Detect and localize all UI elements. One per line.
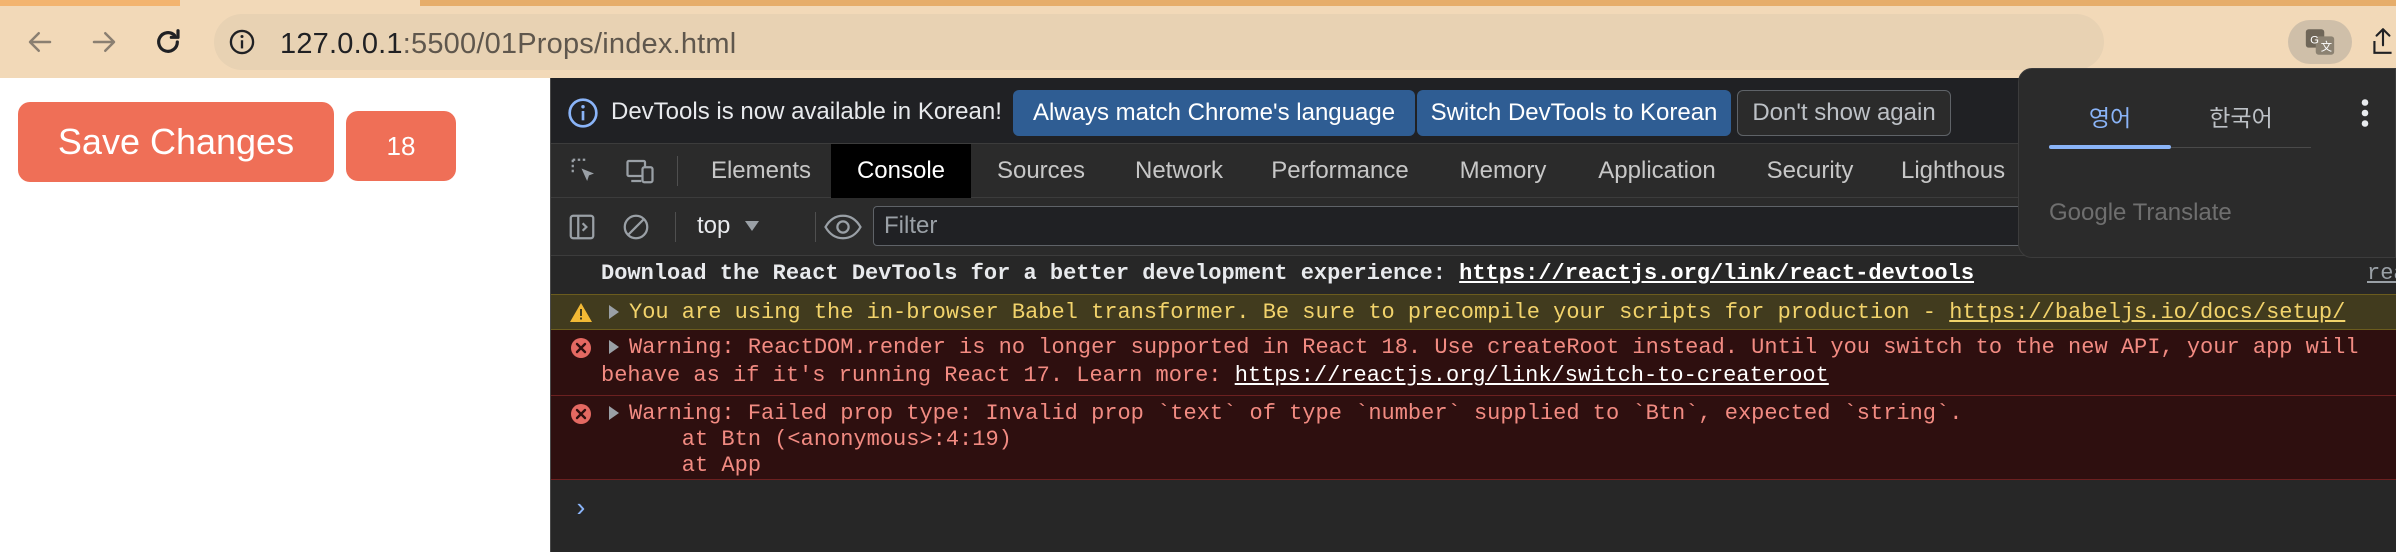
toolbar-separator [677, 156, 678, 186]
error-icon [571, 338, 591, 358]
site-info-icon[interactable] [228, 28, 256, 56]
save-changes-button[interactable]: Save Changes [18, 102, 334, 182]
url-text[interactable]: 127.0.0.1:5500/01Props/index.html [280, 28, 736, 61]
tab-strip-right [420, 0, 2396, 6]
toolbar-separator [815, 212, 816, 242]
tab-network[interactable]: Network [1111, 144, 1247, 198]
stack-frame-app[interactable]: at App [629, 453, 761, 478]
more-vert-icon[interactable] [2355, 95, 2375, 131]
tab-sources[interactable]: Sources [971, 144, 1111, 198]
back-button[interactable] [18, 20, 62, 64]
console-message-error: Warning: ReactDOM.render is no longer su… [551, 330, 2396, 396]
console-message-error: Warning: Failed prop type: Invalid prop … [551, 396, 2396, 480]
sidebar-toggle-icon[interactable] [567, 212, 597, 242]
tab-target-language[interactable]: 한국어 [2169, 99, 2313, 133]
share-icon[interactable] [2370, 26, 2396, 56]
error-line-1: Warning: Failed prop type: Invalid prop … [629, 401, 1963, 426]
translate-popup: 영어 한국어 Google Translate [2018, 68, 2396, 258]
tab-application[interactable]: Application [1573, 144, 1741, 198]
expand-arrow-icon[interactable] [609, 340, 619, 354]
error-line-1: Warning: ReactDOM.render is no longer su… [629, 335, 2359, 360]
svg-text:文: 文 [2321, 40, 2332, 54]
tab-elements[interactable]: Elements [691, 144, 831, 198]
google-translate-brand: Google Translate [2049, 199, 2232, 226]
tab-security[interactable]: Security [1741, 144, 1879, 198]
tab-performance[interactable]: Performance [1247, 144, 1433, 198]
clear-console-icon[interactable] [621, 212, 651, 242]
switch-to-korean-button[interactable]: Switch DevTools to Korean [1417, 90, 1731, 136]
warning-icon [570, 303, 592, 322]
tab-strip-edge [0, 0, 2396, 6]
console-message-warning: You are using the in-browser Babel trans… [551, 294, 2396, 330]
url-host: 127.0.0.1 [280, 28, 403, 60]
forward-button[interactable] [82, 20, 126, 64]
tab-lighthouse[interactable]: Lighthous [1879, 144, 2019, 198]
stack-frame-btn[interactable]: at Btn (<anonymous>:4:19) [629, 427, 1012, 452]
reload-button[interactable] [146, 20, 190, 64]
tab-console[interactable]: Console [831, 144, 971, 198]
babel-setup-link[interactable]: https://babeljs.io/docs/setup/ [1949, 300, 2345, 325]
dont-show-again-button[interactable]: Don't show again [1737, 90, 1951, 136]
expand-arrow-icon[interactable] [609, 406, 619, 420]
context-value: top [697, 212, 731, 239]
react-devtools-link[interactable]: https://reactjs.org/link/react-devtools [1459, 261, 1974, 286]
warning-message-text: You are using the in-browser Babel trans… [629, 300, 2345, 325]
count-button[interactable]: 18 [346, 111, 456, 181]
address-bar[interactable]: 127.0.0.1:5500/01Props/index.html [214, 14, 2104, 70]
warning-text: You are using the in-browser Babel trans… [629, 300, 1950, 325]
browser-toolbar: 127.0.0.1:5500/01Props/index.html G 文 [0, 0, 2396, 78]
error-line-2-text: behave as if it's running React 17. Lear… [601, 363, 1235, 388]
tab-divider [2171, 147, 2311, 148]
infobar-message: DevTools is now available in Korean! [611, 98, 1002, 125]
createroot-link[interactable]: https://reactjs.org/link/switch-to-creat… [1235, 363, 1829, 388]
translate-icon: G 文 [2305, 29, 2335, 55]
tab-strip-left [0, 0, 180, 6]
info-text: Download the React DevTools for a better… [601, 261, 1460, 286]
context-selector[interactable]: top [697, 212, 760, 240]
translate-button[interactable]: G 文 [2288, 20, 2352, 64]
url-path: :5500/01Props/index.html [402, 28, 737, 60]
active-tab-indicator [2049, 145, 2171, 149]
tab-memory[interactable]: Memory [1433, 144, 1573, 198]
error-line-2: behave as if it's running React 17. Lear… [601, 363, 1829, 388]
error-icon [571, 404, 591, 424]
forward-arrow-icon [92, 32, 116, 52]
console-prompt[interactable]: › [573, 494, 589, 524]
page-viewport: Save Changes 18 [0, 78, 550, 552]
expand-arrow-icon[interactable] [609, 305, 619, 319]
toolbar-separator [675, 212, 676, 242]
inspect-element-icon[interactable] [569, 156, 599, 186]
source-location-link[interactable]: rea [2367, 261, 2396, 286]
info-circle-icon [568, 98, 598, 128]
console-messages: Download the React DevTools for a better… [551, 256, 2396, 552]
eye-icon[interactable] [823, 212, 863, 242]
tab-source-language[interactable]: 영어 [2049, 99, 2171, 133]
dropdown-caret-icon [745, 221, 760, 231]
device-toolbar-icon[interactable] [625, 156, 655, 186]
console-message-info: Download the React DevTools for a better… [551, 256, 2396, 294]
reload-icon [157, 29, 180, 53]
svg-text:G: G [2310, 34, 2319, 46]
info-message-text: Download the React DevTools for a better… [601, 261, 1974, 286]
always-match-language-button[interactable]: Always match Chrome's language [1013, 90, 1415, 136]
back-arrow-icon [28, 32, 52, 52]
